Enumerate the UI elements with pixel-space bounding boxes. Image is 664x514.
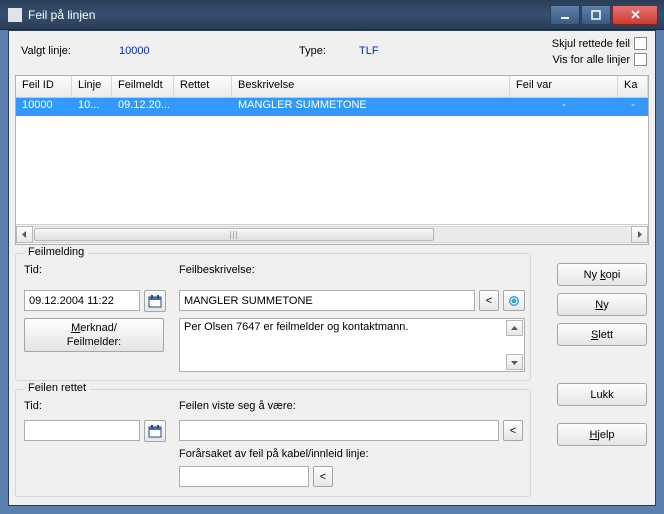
col-beskrivelse[interactable]: Beskrivelse — [232, 76, 510, 97]
ny-kopi-button[interactable]: Ny kopi — [557, 263, 647, 286]
feilmelding-title: Feilmelding — [24, 246, 88, 258]
rettet-group: Feilen rettet Tid: Feilen viste seg å væ… — [15, 389, 531, 497]
col-rettet[interactable]: Rettet — [174, 76, 232, 97]
cell-beskrivelse: MANGLER SUMMETONE — [232, 98, 510, 116]
feilbeskrivelse-input[interactable] — [179, 290, 475, 311]
forarsaket-lookup-button[interactable]: < — [313, 466, 333, 487]
scroll-down-icon[interactable] — [506, 354, 523, 370]
tid-input[interactable] — [24, 290, 140, 311]
slett-button[interactable]: Slett — [557, 323, 647, 346]
col-feilvar[interactable]: Feil var — [510, 76, 618, 97]
cell-feilvar: - — [510, 98, 618, 116]
merknad-toggle-button[interactable]: Merknad/ Feilmelder: — [24, 318, 164, 352]
grid-header: Feil ID Linje Feilmeldt Rettet Beskrivel… — [16, 76, 648, 98]
grid-hscrollbar[interactable] — [16, 224, 648, 244]
close-button[interactable] — [612, 5, 658, 25]
forarsaket-label: Forårsaket av feil på kabel/innleid linj… — [179, 448, 369, 460]
rettet-tid-label: Tid: — [24, 400, 42, 412]
viste-lookup-button[interactable]: < — [503, 420, 523, 441]
scroll-right-icon[interactable] — [631, 226, 648, 243]
scroll-up-icon[interactable] — [506, 320, 523, 336]
table-row[interactable]: 10000 10... 09.12.20... MANGLER SUMMETON… — [16, 98, 648, 116]
merknad-l2: Feilmelder: — [67, 336, 121, 348]
calendar-icon[interactable] — [144, 290, 166, 312]
scroll-thumb[interactable] — [34, 228, 434, 241]
forarsaket-input[interactable] — [179, 466, 309, 487]
type-value: TLF — [359, 45, 379, 57]
feilmelding-group: Feilmelding Tid: Feilbeskrivelse: < Merk… — [15, 253, 531, 381]
feil-grid: Feil ID Linje Feilmeldt Rettet Beskrivel… — [15, 75, 649, 245]
col-feilmeldt[interactable]: Feilmeldt — [112, 76, 174, 97]
feilbeskrivelse-label: Feilbeskrivelse: — [179, 264, 255, 276]
skjul-rettede-label: Skjul rettede feil — [552, 38, 630, 50]
merknad-scrollbar[interactable] — [506, 320, 523, 370]
type-label: Type: — [299, 45, 326, 57]
viste-input[interactable] — [179, 420, 499, 441]
rettet-calendar-icon[interactable] — [144, 420, 166, 442]
cell-ka: - — [618, 98, 648, 116]
cell-feil-id: 10000 — [16, 98, 72, 116]
valgt-linje-value: 10000 — [119, 45, 150, 57]
skjul-rettede-checkbox[interactable] — [634, 37, 647, 50]
scroll-left-icon[interactable] — [16, 226, 33, 243]
maximize-button[interactable] — [581, 5, 611, 25]
app-icon — [8, 8, 22, 22]
col-feil-id[interactable]: Feil ID — [16, 76, 72, 97]
cell-linje: 10... — [72, 98, 112, 116]
col-linje[interactable]: Linje — [72, 76, 112, 97]
valgt-linje-label: Valgt linje: — [21, 45, 71, 57]
client-area: Valgt linje: 10000 Type: TLF Skjul rette… — [8, 30, 656, 506]
cell-feilmeldt: 09.12.20... — [112, 98, 174, 116]
hjelp-button[interactable]: Hjelp — [557, 423, 647, 446]
merknad-textarea[interactable]: Per Olsen 7647 er feilmelder og kontaktm… — [179, 318, 525, 372]
merknad-l1: M — [71, 322, 80, 334]
rettet-tid-input[interactable] — [24, 420, 140, 441]
beskrivelse-lookup-button[interactable]: < — [479, 290, 499, 311]
link-icon[interactable] — [503, 290, 525, 311]
vis-alle-checkbox[interactable] — [634, 53, 647, 66]
vis-alle-label: Vis for alle linjer — [553, 54, 630, 66]
info-row: Valgt linje: 10000 Type: TLF Skjul rette… — [9, 31, 655, 75]
titlebar: Feil på linjen — [0, 0, 664, 30]
ny-button[interactable]: Ny — [557, 293, 647, 316]
scroll-track[interactable] — [33, 226, 631, 243]
minimize-button[interactable] — [550, 5, 580, 25]
lukk-button[interactable]: Lukk — [557, 383, 647, 406]
cell-rettet — [174, 98, 232, 116]
merknad-text: Per Olsen 7647 er feilmelder og kontaktm… — [184, 321, 408, 333]
rettet-title: Feilen rettet — [24, 382, 90, 394]
viste-label: Feilen viste seg å være: — [179, 400, 296, 412]
tid-label: Tid: — [24, 264, 42, 276]
col-ka[interactable]: Ka — [618, 76, 648, 97]
window-title: Feil på linjen — [28, 8, 95, 22]
